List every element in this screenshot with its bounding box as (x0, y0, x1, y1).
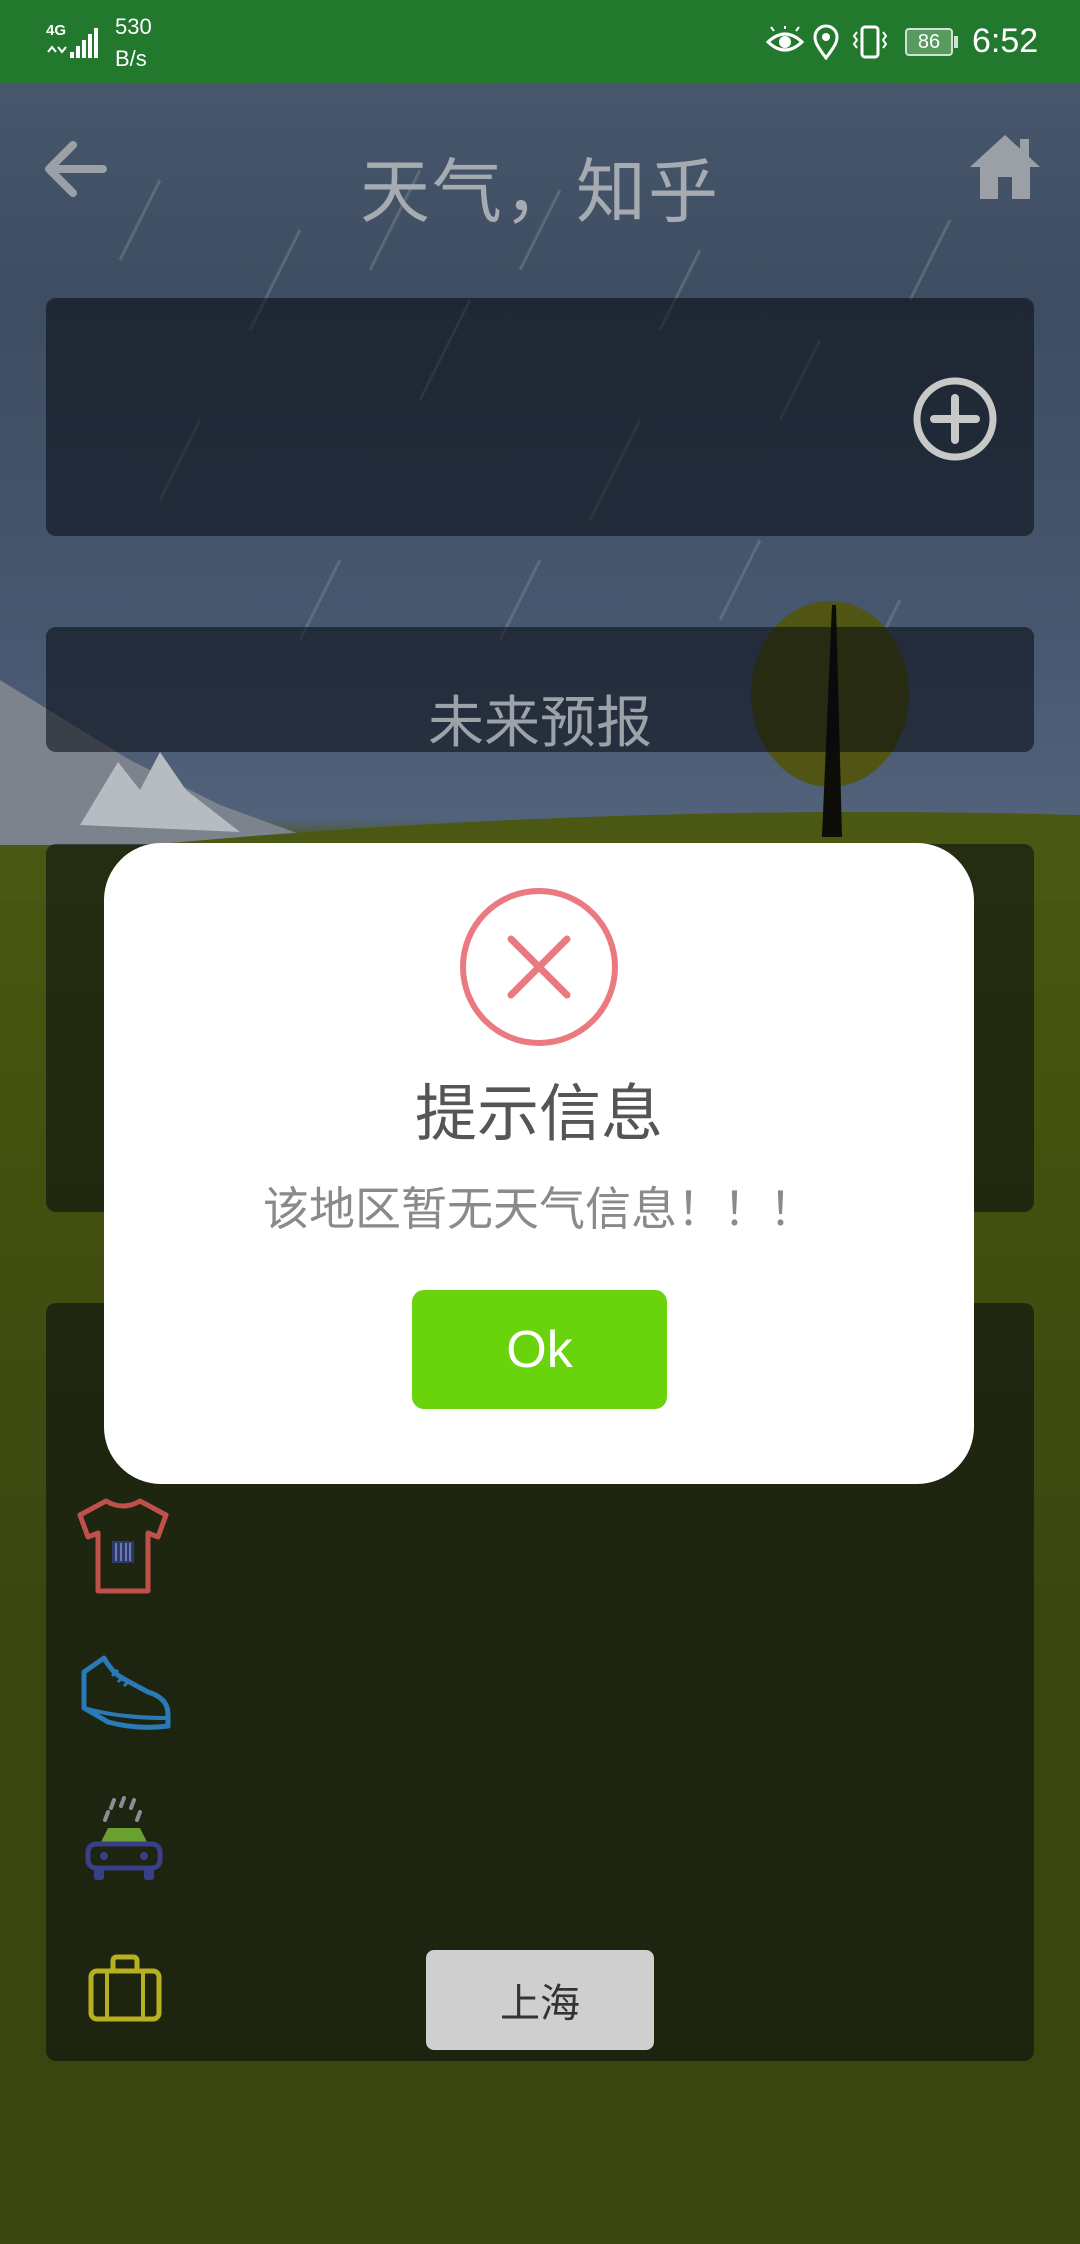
error-cross (507, 935, 571, 999)
battery-icon: 86 (905, 28, 953, 56)
shirt-icon (77, 1498, 169, 1594)
dialog-message: 该地区暂无天气信息！！！ (263, 1182, 815, 1236)
eye-icon (766, 26, 804, 52)
alert-dialog: 提示信息 该地区暂无天气信息！！！ Ok (104, 843, 974, 1484)
battery-level: 86 (917, 30, 941, 53)
car-wash-icon (85, 1796, 163, 1880)
weather-card (46, 298, 1034, 536)
home-icon[interactable] (968, 133, 1042, 201)
status-bar: 4G 530 B/s 86 6:52 (0, 0, 1080, 84)
location-icon (813, 24, 839, 60)
dialog-title: 提示信息 (414, 1077, 663, 1150)
net-speed-unit: B/s (115, 46, 147, 71)
signal-icon (47, 28, 98, 58)
net-speed-value: 530 (115, 14, 152, 39)
ok-button[interactable]: Ok (412, 1290, 667, 1409)
forecast-label: 未来预报 (428, 691, 652, 756)
add-circle-icon[interactable] (912, 376, 998, 462)
page-title: 天气，知乎 (360, 151, 720, 233)
clock-time: 6:52 (972, 22, 1039, 60)
battery-tip (954, 36, 958, 48)
suitcase-icon (88, 1954, 162, 2022)
vibrate-icon (852, 25, 888, 59)
city-button[interactable]: 上海 (426, 1950, 654, 2050)
shoe-icon (81, 1655, 171, 1730)
error-circle-icon (460, 888, 618, 1046)
